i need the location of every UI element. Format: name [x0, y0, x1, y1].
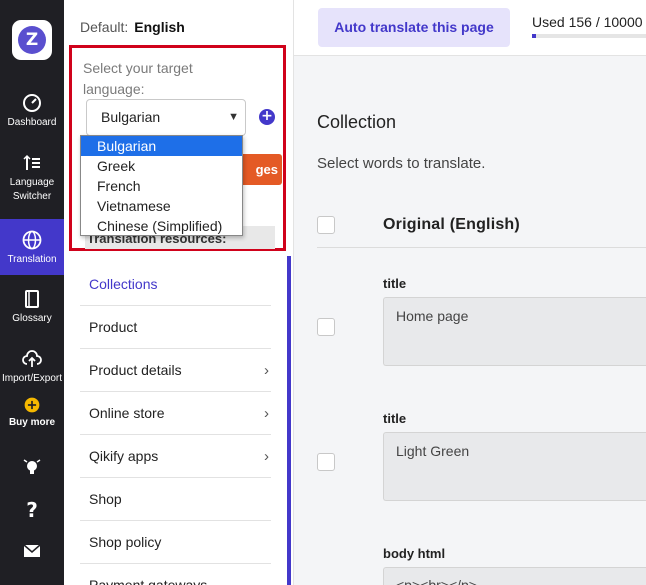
mail-icon: [23, 544, 41, 557]
resource-product-details[interactable]: Product details ›: [80, 349, 271, 392]
row-checkbox[interactable]: [317, 453, 335, 471]
language-option[interactable]: Vietnamese: [81, 196, 242, 216]
resource-label: Shop policy: [89, 534, 162, 550]
field-label: title: [383, 411, 407, 426]
chevron-right-icon: ›: [264, 362, 269, 379]
selected-language: Bulgarian: [101, 109, 161, 125]
original-text-field: Light Green: [383, 432, 646, 501]
resource-list: Collections Product Product details › Onl…: [80, 263, 271, 585]
nav-dashboard[interactable]: Dashboard: [0, 92, 64, 130]
resource-online-store[interactable]: Online store ›: [80, 392, 271, 435]
resource-payment-gateways[interactable]: Payment gateways: [80, 564, 271, 585]
nav-translation[interactable]: Translation: [0, 219, 64, 275]
resource-label: Collections: [89, 276, 158, 292]
usage-progress: [532, 34, 646, 38]
nav-tips[interactable]: [0, 456, 64, 480]
resource-qikify-apps[interactable]: Qikify apps ›: [80, 435, 271, 478]
usage-text: Used 156 / 10000 w: [532, 14, 646, 30]
resource-product[interactable]: Product: [80, 306, 271, 349]
language-option[interactable]: Bulgarian: [81, 136, 242, 156]
original-text-field: Home page: [383, 297, 646, 366]
default-label: Default:: [80, 19, 129, 35]
app-nav: Z Dashboard Language Switcher Translatio…: [0, 0, 64, 585]
nav-translation-label: Translation: [7, 254, 57, 265]
gauge-icon: [23, 94, 41, 112]
target-language-select[interactable]: Bulgarian ▼: [86, 99, 246, 136]
default-language: Default: English: [80, 19, 185, 35]
field-label: title: [383, 276, 407, 291]
qikify-logo[interactable]: Z: [12, 20, 52, 60]
resource-label: Product details: [89, 362, 182, 378]
help-icon[interactable]: ?: [0, 498, 64, 522]
usage-progress-fill: [532, 34, 536, 38]
logo-mark: Z: [18, 26, 46, 54]
sort-icon: [23, 154, 40, 170]
original-text-field: <p><br></p>: [383, 567, 646, 585]
nav-mail[interactable]: [0, 540, 64, 564]
nav-buy-more[interactable]: Buy more: [0, 396, 64, 430]
nav-language-switcher[interactable]: Language Switcher: [0, 152, 64, 204]
language-option[interactable]: Greek: [81, 156, 242, 176]
cloud-upload-icon: [22, 350, 42, 367]
resource-label: Online store: [89, 405, 165, 421]
nav-buy-more-label: Buy more: [8, 417, 56, 428]
resource-collections[interactable]: Collections: [80, 263, 271, 306]
header-divider: [317, 247, 646, 248]
nav-glossary[interactable]: Glossary: [0, 288, 64, 326]
nav-import-export-label: Import/Export: [1, 373, 63, 384]
row-checkbox[interactable]: [317, 318, 335, 336]
nav-import-export[interactable]: Import/Export: [0, 348, 64, 386]
language-dropdown-list: Bulgarian Greek French Vietnamese Chines…: [80, 135, 243, 236]
target-language-label: Select your target language:: [83, 60, 193, 97]
resource-shop-policy[interactable]: Shop policy: [80, 521, 271, 564]
auto-translate-button[interactable]: Auto translate this page: [318, 8, 510, 47]
chevron-right-icon: ›: [264, 448, 269, 465]
top-bar: Auto translate this page Used 156 / 1000…: [294, 0, 646, 56]
resource-label: Shop: [89, 491, 122, 507]
default-value: English: [134, 19, 185, 35]
plus-coin-icon: [24, 397, 40, 413]
resource-label: Payment gateways: [89, 577, 208, 585]
page-title: Collection: [317, 112, 397, 132]
lightbulb-icon: [23, 459, 41, 474]
chevron-down-icon: ▼: [228, 111, 239, 123]
nav-language-switcher-label: Language Switcher: [9, 177, 55, 202]
page-subtitle: Select words to translate.: [317, 155, 486, 172]
resource-label: Product: [89, 319, 138, 335]
original-column-header: Original (English): [383, 216, 520, 233]
panel-scrollbar[interactable]: [287, 256, 291, 585]
chevron-right-icon: ›: [264, 405, 269, 422]
language-option[interactable]: Chinese (Simplified): [81, 216, 242, 236]
add-language-button[interactable]: +: [259, 109, 275, 125]
book-icon: [25, 290, 39, 308]
resource-shop[interactable]: Shop: [80, 478, 271, 521]
nav-glossary-label: Glossary: [12, 313, 52, 324]
language-panel: Default: English Select your target langu…: [64, 0, 294, 585]
field-label: body html: [383, 546, 446, 561]
language-option[interactable]: French: [81, 176, 242, 196]
globe-icon: [22, 230, 42, 250]
resource-label: Qikify apps: [89, 448, 159, 464]
select-all-checkbox[interactable]: [317, 216, 335, 234]
nav-dashboard-label: Dashboard: [7, 117, 57, 128]
